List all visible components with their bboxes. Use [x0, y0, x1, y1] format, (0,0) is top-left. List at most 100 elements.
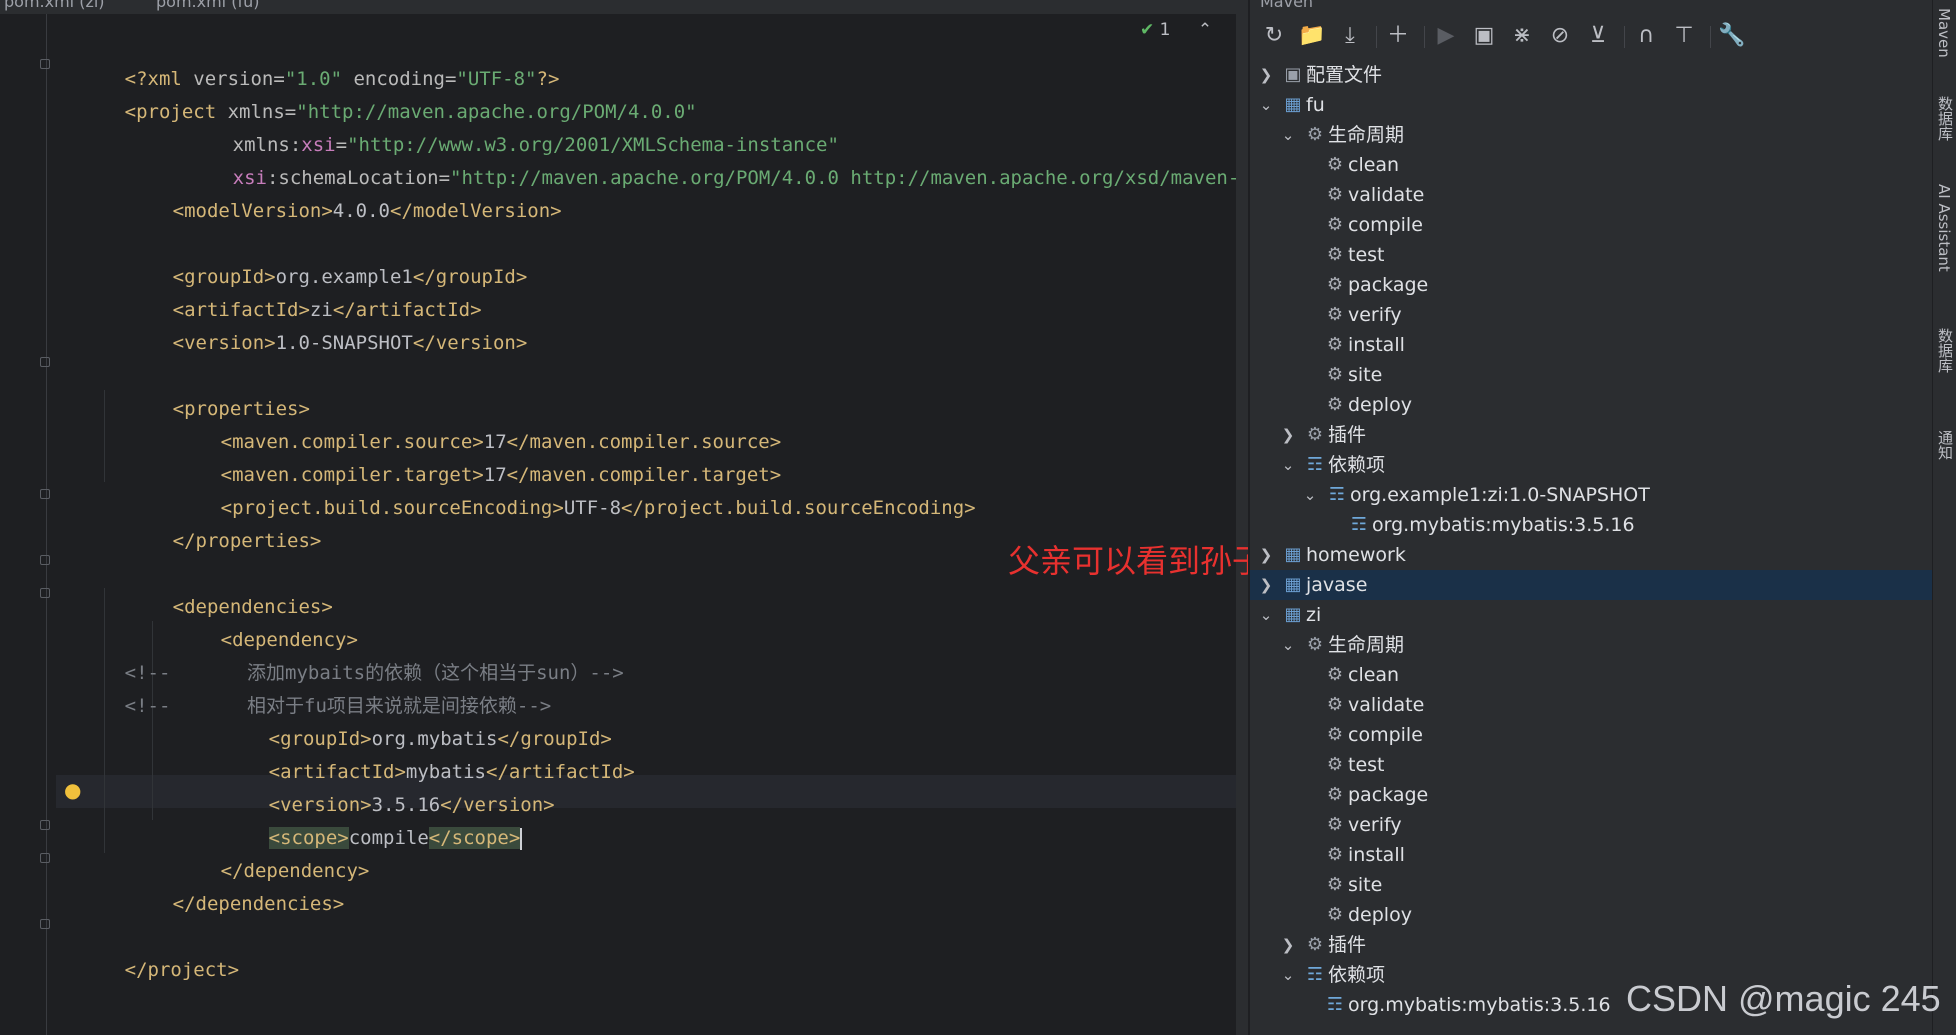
tree-node-project-fu[interactable]: ⌄ ▦ fu: [1250, 90, 1934, 120]
tree-node-goal-clean[interactable]: ⚙ clean: [1250, 150, 1934, 180]
attr-value: "http://maven.apache.org/POM/4.0.0 http:…: [450, 167, 1236, 189]
tag-close: </properties>: [172, 530, 322, 552]
tree-node-project-javase[interactable]: ❯ ▦ javase: [1250, 570, 1934, 600]
run-icon[interactable]: ▶: [1430, 20, 1462, 52]
gear-icon: ⚙: [1326, 664, 1344, 685]
fold-marker[interactable]: [40, 555, 50, 565]
fold-marker[interactable]: [40, 853, 50, 863]
chevron-right-icon[interactable]: ❯: [1258, 540, 1274, 570]
editor-scrollbar[interactable]: [1236, 14, 1248, 1035]
tree-node-goal-verify[interactable]: ⚙ verify: [1250, 300, 1934, 330]
maven-module-icon: ▦: [1284, 604, 1302, 625]
tree-node-profiles[interactable]: ❯ ▣ 配置文件: [1250, 60, 1934, 90]
fold-marker[interactable]: [40, 59, 50, 69]
tree-node-project-zi[interactable]: ⌄ ▦ zi: [1250, 600, 1934, 630]
chevron-down-icon[interactable]: ⌄: [1280, 450, 1296, 480]
tree-node-goal-install[interactable]: ⚙ install: [1250, 840, 1934, 870]
tree-node-goal-validate[interactable]: ⚙ validate: [1250, 180, 1934, 210]
plugins-folder-icon: ⚙: [1306, 424, 1324, 445]
expand-all-icon[interactable]: ⊤: [1668, 20, 1700, 52]
tree-node-dependency-mybatis[interactable]: ☶ org.mybatis:mybatis:3.5.16: [1250, 510, 1934, 540]
tree-node-goal-install[interactable]: ⚙ install: [1250, 330, 1934, 360]
collapse-icon[interactable]: ⊻: [1582, 20, 1614, 52]
code-area[interactable]: <?xml version="1.0" encoding="UTF-8"?> <…: [56, 14, 1236, 1035]
inspection-count: 1: [1159, 20, 1171, 40]
chevron-right-icon[interactable]: ❯: [1258, 570, 1274, 600]
chevron-right-icon[interactable]: ❯: [1280, 930, 1296, 960]
tool-window-maven[interactable]: Maven: [1935, 8, 1953, 58]
add-icon[interactable]: ＋: [1382, 20, 1414, 52]
run-config-icon[interactable]: ▣: [1468, 20, 1500, 52]
chevron-right-icon[interactable]: ❯: [1258, 60, 1274, 90]
chevron-down-icon[interactable]: ⌄: [1258, 90, 1274, 120]
gear-icon: ⚙: [1326, 724, 1344, 745]
reload-icon[interactable]: ↻: [1258, 20, 1290, 52]
chevron-down-icon[interactable]: ⌄: [1258, 600, 1274, 630]
chevron-right-icon[interactable]: ❯: [1280, 420, 1296, 450]
tree-node-goal-deploy[interactable]: ⚙ deploy: [1250, 900, 1934, 930]
tree-node-goal-package[interactable]: ⚙ package: [1250, 270, 1934, 300]
analyze-dependencies-icon[interactable]: ∩: [1630, 20, 1662, 52]
tree-node-lifecycle[interactable]: ⌄ ⚙ 生命周期: [1250, 120, 1934, 150]
fold-marker[interactable]: [40, 820, 50, 830]
chevron-down-icon[interactable]: ⌄: [1280, 120, 1296, 150]
tree-node-goal-test[interactable]: ⚙ test: [1250, 750, 1934, 780]
tree-node-goal-deploy[interactable]: ⚙ deploy: [1250, 390, 1934, 420]
maven-module-icon: ▦: [1284, 94, 1302, 115]
fold-marker[interactable]: [40, 489, 50, 499]
fold-marker[interactable]: [40, 357, 50, 367]
tool-window-database-2[interactable]: 数据库: [1935, 328, 1956, 373]
chevron-down-icon[interactable]: ⌄: [1302, 480, 1318, 510]
wrench-icon[interactable]: 🔧: [1716, 20, 1748, 52]
tree-node-goal-compile[interactable]: ⚙ compile: [1250, 720, 1934, 750]
chevron-up-icon[interactable]: ⌃: [1198, 20, 1212, 40]
download-icon[interactable]: ⤓: [1334, 20, 1366, 52]
tree-node-dependencies[interactable]: ⌄ ☶ 依赖项: [1250, 450, 1934, 480]
code-line-19-comment: <!-- 添加mybaits的依赖（这个相当于sun）-->: [56, 624, 624, 684]
tree-node-dependency-zi[interactable]: ⌄ ☶ org.example1:zi:1.0-SNAPSHOT: [1250, 480, 1934, 510]
tree-node-lifecycle[interactable]: ⌄ ⚙ 生命周期: [1250, 630, 1934, 660]
tag-close: </project>: [124, 959, 240, 981]
tree-node-label: clean: [1348, 664, 1400, 686]
gear-icon: ⚙: [1326, 184, 1344, 205]
tree-node-label: deploy: [1348, 394, 1412, 416]
tree-node-goal-site[interactable]: ⚙ site: [1250, 870, 1934, 900]
tree-node-label: compile: [1348, 214, 1423, 236]
tree-node-project-homework[interactable]: ❯ ▦ homework: [1250, 540, 1934, 570]
tag-open: <version>: [172, 332, 276, 354]
tool-window-database[interactable]: 数据库: [1935, 96, 1956, 141]
tree-node-goal-validate[interactable]: ⚙ validate: [1250, 690, 1934, 720]
tree-node-goal-verify[interactable]: ⚙ verify: [1250, 810, 1934, 840]
fold-marker[interactable]: [40, 588, 50, 598]
tool-window-notifications[interactable]: 通知: [1935, 430, 1956, 460]
tree-node-label: homework: [1306, 544, 1406, 566]
toggle-offline-icon[interactable]: ⋇: [1506, 20, 1538, 52]
reload-folder-icon[interactable]: 📁: [1296, 20, 1328, 52]
tree-node-label: test: [1348, 754, 1385, 776]
tree-node-goal-site[interactable]: ⚙ site: [1250, 360, 1934, 390]
gear-icon: ⚙: [1326, 274, 1344, 295]
tree-node-label: deploy: [1348, 904, 1412, 926]
tree-node-goal-test[interactable]: ⚙ test: [1250, 240, 1934, 270]
gear-icon: ⚙: [1326, 334, 1344, 355]
tree-node-plugins[interactable]: ❯ ⚙ 插件: [1250, 420, 1934, 450]
chevron-down-icon[interactable]: ⌄: [1280, 630, 1296, 660]
tree-node-plugins[interactable]: ❯ ⚙ 插件: [1250, 930, 1934, 960]
code-line-13: <maven.compiler.target>17</maven.compile…: [152, 426, 782, 486]
fold-marker[interactable]: [40, 919, 50, 929]
tab-pom-fu[interactable]: pom.xml (fu): [156, 0, 259, 14]
tab-pom-zi[interactable]: pom.xml (zi): [4, 0, 138, 14]
skip-tests-icon[interactable]: ⊘: [1544, 20, 1576, 52]
tree-node-goal-compile[interactable]: ⚙ compile: [1250, 210, 1934, 240]
gear-icon: ⚙: [1326, 214, 1344, 235]
code-editor[interactable]: pom.xml (zi) pom.xml (fu) ● <?xml versio…: [0, 0, 1254, 1035]
maven-tree[interactable]: ❯ ▣ 配置文件 ⌄ ▦ fu ⌄ ⚙ 生命周期 ⚙ clean ⚙ validat…: [1250, 60, 1934, 1035]
chevron-down-icon[interactable]: ⌄: [1280, 960, 1296, 990]
tree-node-label: verify: [1348, 304, 1402, 326]
tag-text: 1.0-SNAPSHOT: [275, 332, 413, 354]
maven-panel: Maven ↻ 📁 ⤓ ＋ ▶ ▣ ⋇ ⊘ ⊻ ∩ ⊤ 🔧 ❯ ▣ 配置文件 ⌄…: [1248, 0, 1934, 1035]
gutter-divider: [46, 14, 47, 1035]
tree-node-goal-package[interactable]: ⚙ package: [1250, 780, 1934, 810]
tool-window-ai-assistant[interactable]: AI Assistant: [1935, 184, 1953, 272]
tree-node-goal-clean[interactable]: ⚙ clean: [1250, 660, 1934, 690]
